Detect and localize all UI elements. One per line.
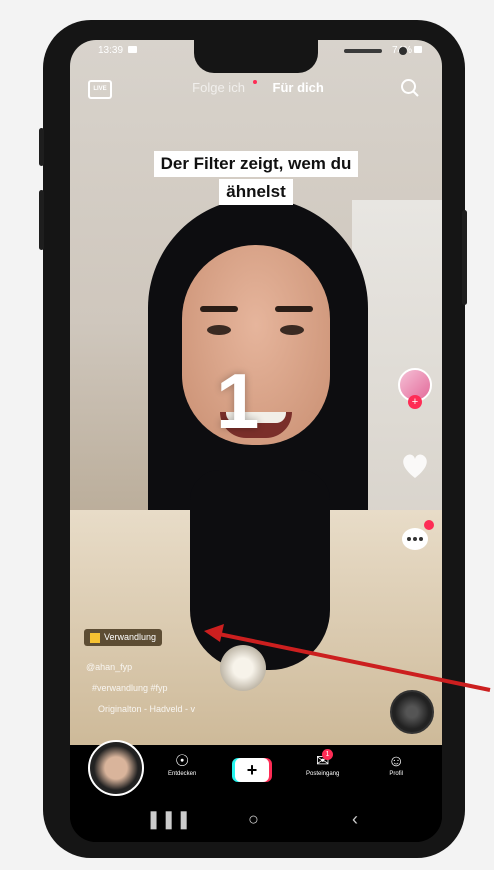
red-arrow-annotation	[204, 624, 491, 692]
